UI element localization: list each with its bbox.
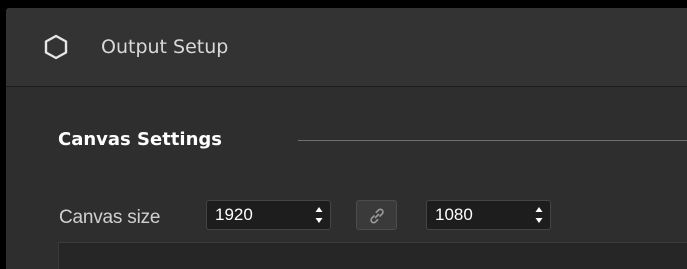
canvas-size-row: Canvas size 1920 1080	[6, 200, 687, 236]
link-dimensions-button[interactable]	[356, 200, 397, 230]
hexagon-icon	[44, 34, 68, 60]
spin-arrows-icon[interactable]	[314, 205, 324, 225]
canvas-width-value[interactable]: 1920	[215, 203, 253, 227]
title-bar: Output Setup	[6, 8, 687, 87]
output-setup-window: Output Setup Canvas Settings Canvas size…	[6, 8, 687, 269]
canvas-width-spinbox[interactable]: 1920	[206, 200, 331, 230]
canvas-height-value[interactable]: 1080	[435, 203, 473, 227]
lower-settings-panel	[58, 242, 687, 269]
spin-arrows-icon[interactable]	[534, 205, 544, 225]
section-divider	[298, 140, 687, 141]
section-title: Canvas Settings	[58, 129, 222, 150]
window-title: Output Setup	[101, 36, 229, 58]
canvas-settings-header: Canvas Settings	[6, 125, 687, 155]
canvas-height-spinbox[interactable]: 1080	[426, 200, 551, 230]
canvas-size-label: Canvas size	[59, 207, 161, 228]
